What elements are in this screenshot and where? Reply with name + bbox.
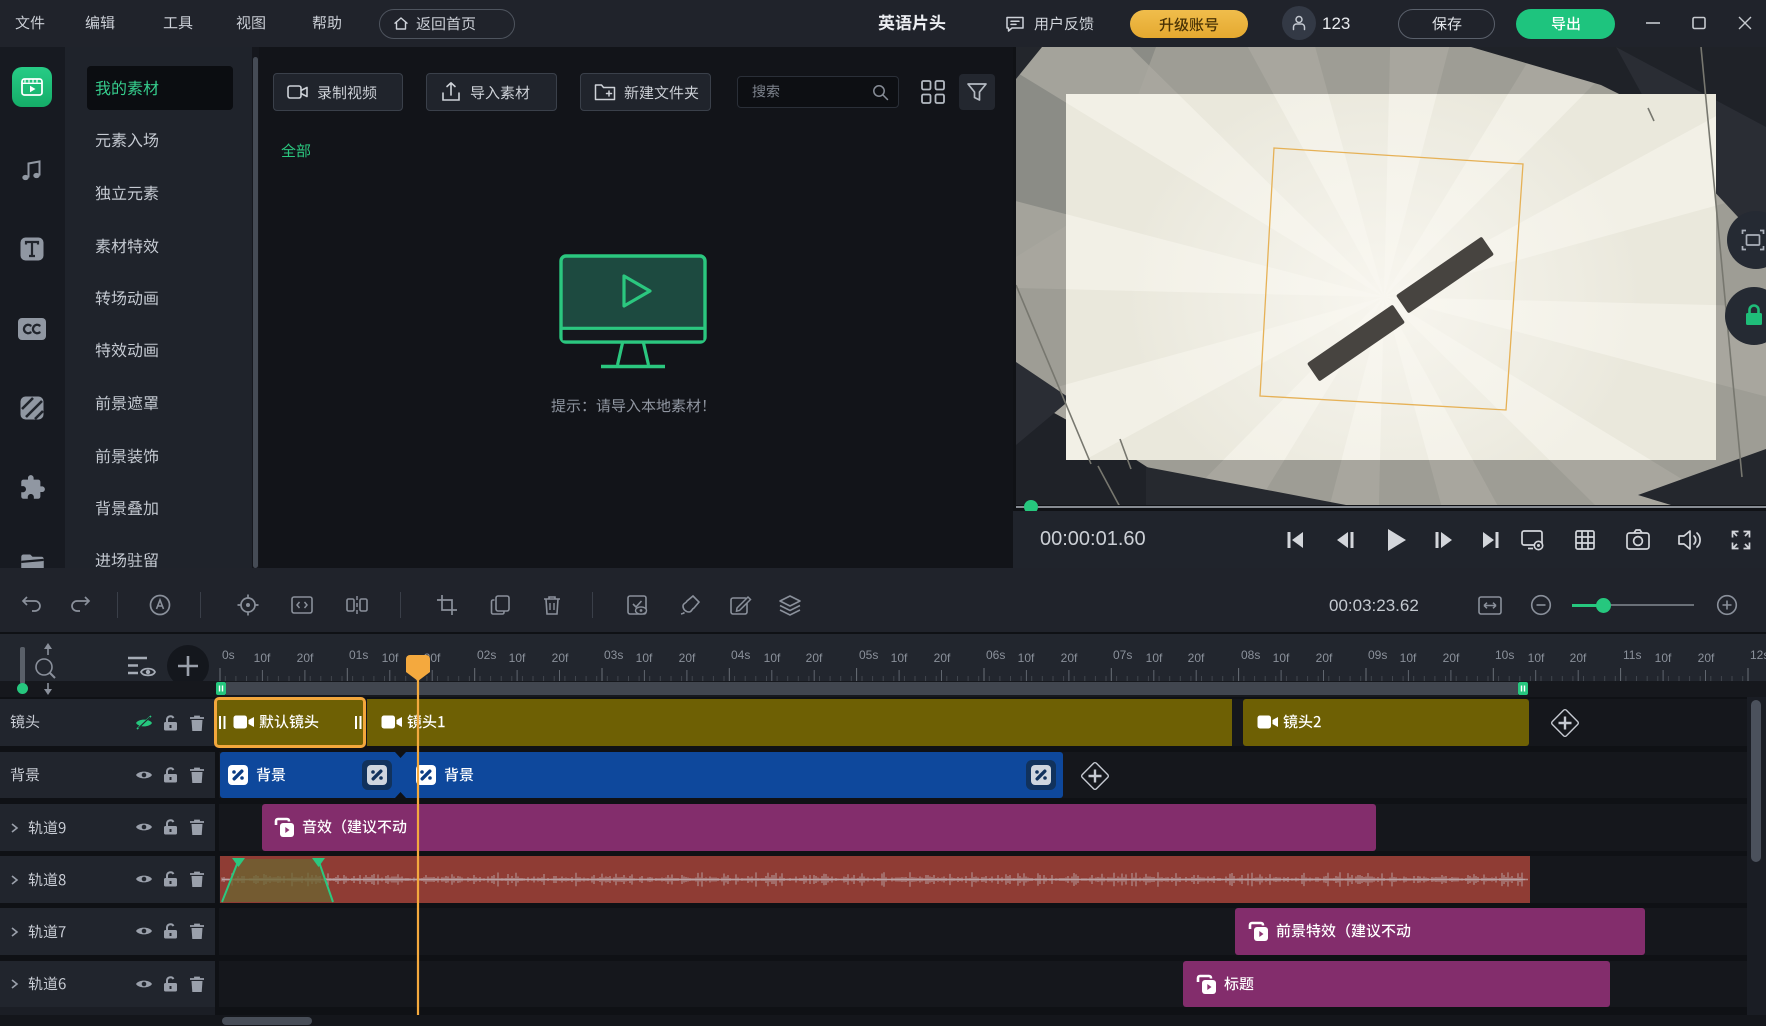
svg-text:20f: 20f — [934, 651, 951, 665]
svg-text:10f: 10f — [764, 651, 781, 665]
svg-text:20f: 20f — [1698, 651, 1715, 665]
svg-text:20f: 20f — [806, 651, 823, 665]
svg-text:02s: 02s — [477, 648, 496, 662]
svg-text:20f: 20f — [679, 651, 696, 665]
svg-text:10f: 10f — [254, 651, 271, 665]
svg-text:09s: 09s — [1368, 648, 1387, 662]
svg-text:10f: 10f — [636, 651, 653, 665]
svg-text:20f: 20f — [1316, 651, 1333, 665]
svg-text:20f: 20f — [1061, 651, 1078, 665]
svg-text:0s: 0s — [222, 648, 235, 662]
svg-text:04s: 04s — [731, 648, 750, 662]
svg-text:10f: 10f — [509, 651, 526, 665]
svg-text:01s: 01s — [349, 648, 368, 662]
svg-text:10f: 10f — [1655, 651, 1672, 665]
svg-text:10f: 10f — [1528, 651, 1545, 665]
svg-text:10f: 10f — [1273, 651, 1290, 665]
svg-text:20f: 20f — [552, 651, 569, 665]
svg-text:20f: 20f — [1443, 651, 1460, 665]
svg-text:20f: 20f — [1570, 651, 1587, 665]
svg-text:10f: 10f — [1400, 651, 1417, 665]
svg-text:05s: 05s — [859, 648, 878, 662]
svg-text:08s: 08s — [1241, 648, 1260, 662]
svg-text:20f: 20f — [297, 651, 314, 665]
svg-text:10s: 10s — [1495, 648, 1514, 662]
svg-text:12s: 12s — [1750, 648, 1766, 662]
svg-text:10f: 10f — [1018, 651, 1035, 665]
svg-text:20f: 20f — [1188, 651, 1205, 665]
svg-text:03s: 03s — [604, 648, 623, 662]
svg-text:07s: 07s — [1113, 648, 1132, 662]
svg-text:10f: 10f — [382, 651, 399, 665]
svg-text:10f: 10f — [891, 651, 908, 665]
svg-text:11s: 11s — [1623, 648, 1641, 662]
svg-text:06s: 06s — [986, 648, 1005, 662]
svg-text:10f: 10f — [1146, 651, 1163, 665]
